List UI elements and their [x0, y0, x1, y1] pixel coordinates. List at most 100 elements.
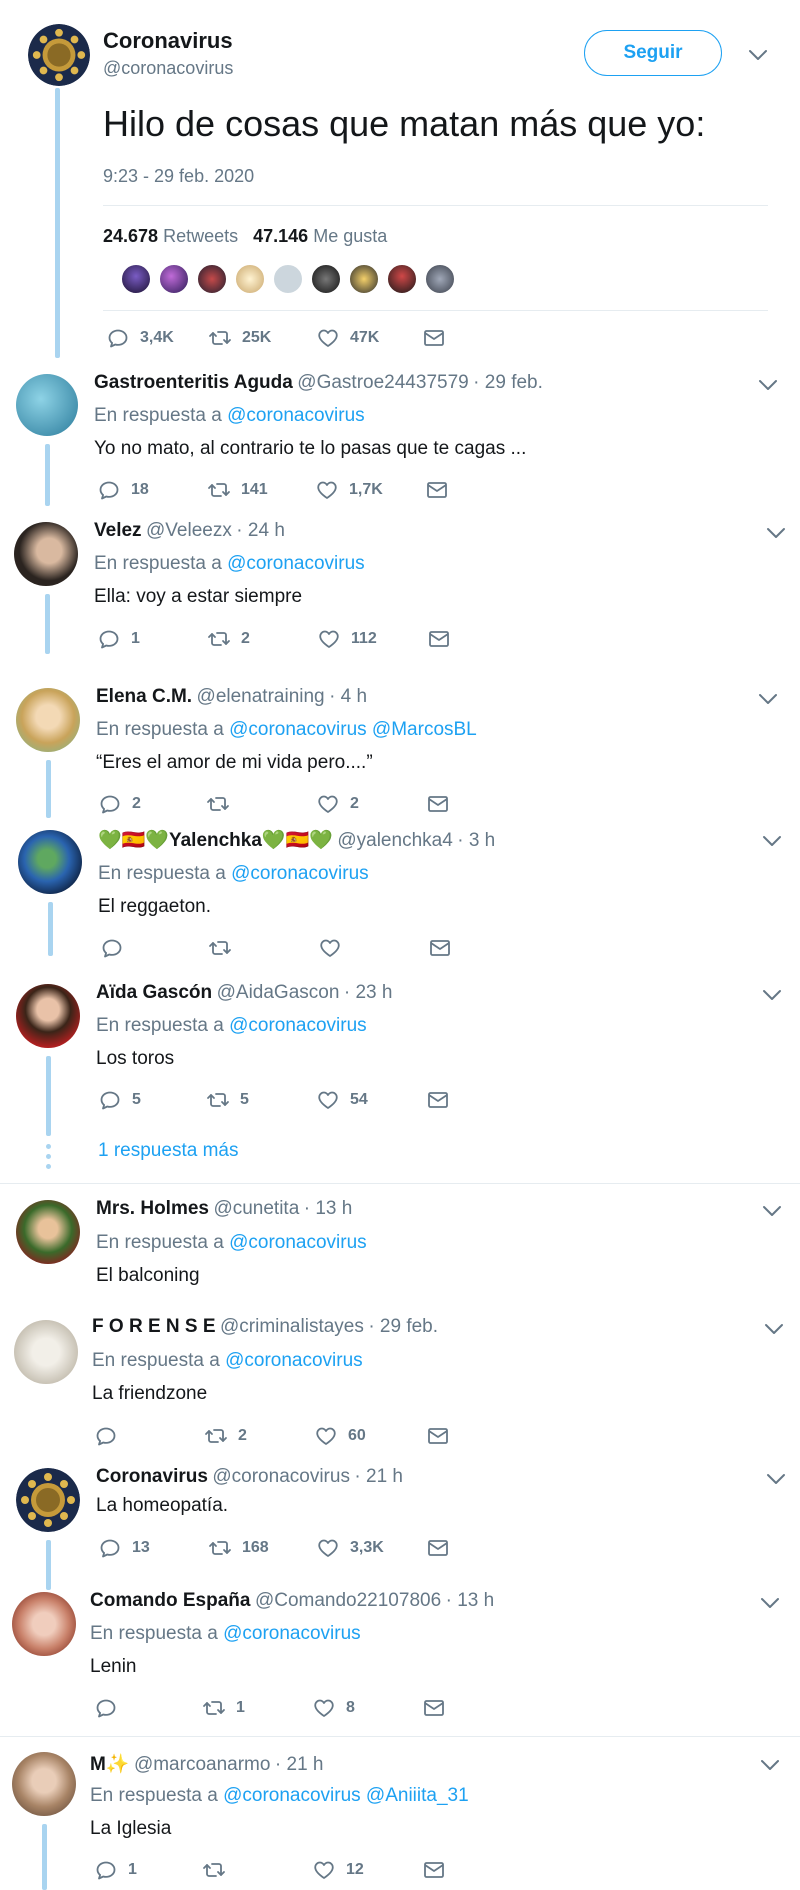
likes-count[interactable]: 47.146: [253, 226, 308, 246]
mention-link[interactable]: @coronacovirus @MarcosBL: [229, 719, 477, 740]
reply-button[interactable]: [100, 936, 134, 960]
chevron-down-icon[interactable]: [760, 1758, 780, 1772]
avatar[interactable]: [28, 24, 90, 86]
dm-button[interactable]: [426, 1088, 450, 1112]
dm-button[interactable]: [422, 1696, 446, 1720]
avatar[interactable]: [16, 688, 80, 752]
chevron-down-icon[interactable]: [764, 1322, 784, 1336]
mention-link[interactable]: @coronacovirus: [225, 1350, 363, 1371]
retweet-button[interactable]: 25K: [208, 326, 271, 350]
mention-link[interactable]: @coronacovirus @Aniiita_31: [223, 1785, 469, 1806]
mention-link[interactable]: @coronacovirus: [229, 1232, 367, 1253]
reply-button[interactable]: 1: [97, 627, 140, 651]
chevron-down-icon[interactable]: [758, 378, 778, 392]
chevron-down-icon[interactable]: [766, 526, 786, 540]
author-handle[interactable]: @coronacovirus: [103, 58, 233, 79]
liker-avatar[interactable]: [310, 263, 342, 295]
reply-button[interactable]: 1: [94, 1858, 137, 1882]
author-handle[interactable]: @Comando22107806: [255, 1590, 441, 1611]
liker-avatar[interactable]: [424, 263, 456, 295]
like-button[interactable]: 8: [312, 1696, 355, 1720]
chevron-down-icon[interactable]: [762, 1204, 782, 1218]
author-handle[interactable]: @cunetita: [213, 1198, 299, 1219]
author-name[interactable]: Elena C.M.: [96, 686, 192, 707]
retweet-button[interactable]: [206, 792, 240, 816]
reply-time[interactable]: · 29 feb.: [368, 1316, 438, 1337]
retweet-button[interactable]: 5: [206, 1088, 249, 1112]
avatar[interactable]: [12, 1752, 76, 1816]
avatar[interactable]: [16, 984, 80, 1048]
author-handle[interactable]: @criminalistayes: [220, 1316, 364, 1337]
retweet-button[interactable]: 2: [207, 627, 250, 651]
reply-time[interactable]: · 3 h: [457, 830, 495, 851]
dm-button[interactable]: [422, 1858, 446, 1882]
author-name[interactable]: Velez: [94, 520, 142, 541]
chevron-down-icon[interactable]: [762, 988, 782, 1002]
mention-link[interactable]: @coronacovirus: [227, 553, 365, 574]
reply-button[interactable]: 18: [97, 478, 149, 502]
reply-time[interactable]: · 24 h: [236, 520, 285, 541]
dm-button[interactable]: [426, 1424, 450, 1448]
like-button[interactable]: [318, 936, 352, 960]
retweet-button[interactable]: 168: [208, 1536, 269, 1560]
chevron-down-icon[interactable]: [766, 1472, 786, 1486]
dm-button[interactable]: [425, 478, 449, 502]
follow-button[interactable]: Seguir: [584, 30, 722, 76]
avatar[interactable]: [16, 1468, 80, 1532]
liker-avatar[interactable]: [348, 263, 380, 295]
liker-avatar[interactable]: [386, 263, 418, 295]
chevron-down-icon[interactable]: [762, 834, 782, 848]
reply-button[interactable]: [94, 1696, 128, 1720]
liker-avatar[interactable]: [234, 263, 266, 295]
like-button[interactable]: 2: [316, 792, 359, 816]
like-button[interactable]: 3,3K: [316, 1536, 384, 1560]
author-handle[interactable]: @yalenchka4: [337, 830, 452, 851]
mention-link[interactable]: @coronacovirus: [227, 405, 365, 426]
avatar[interactable]: [16, 374, 78, 436]
liker-avatar[interactable]: [120, 263, 152, 295]
liker-avatar[interactable]: [196, 263, 228, 295]
avatar[interactable]: [16, 1200, 80, 1264]
author-name[interactable]: Coronavirus: [96, 1466, 208, 1487]
show-more-replies-link[interactable]: 1 respuesta más: [98, 1140, 238, 1162]
mention-link[interactable]: @coronacovirus: [223, 1623, 361, 1644]
reply-time[interactable]: · 4 h: [329, 686, 367, 707]
dm-button[interactable]: [427, 627, 451, 651]
author-name[interactable]: 💚🇪🇸💚Yalenchka💚🇪🇸💚: [98, 830, 333, 851]
retweets-label[interactable]: Retweets: [163, 226, 238, 246]
retweet-button[interactable]: [208, 936, 242, 960]
reply-time[interactable]: · 23 h: [344, 982, 393, 1003]
mention-link[interactable]: @coronacovirus: [229, 1015, 367, 1036]
retweet-button[interactable]: [202, 1858, 236, 1882]
avatar[interactable]: [14, 1320, 78, 1384]
reply-time[interactable]: · 21 h: [354, 1466, 403, 1487]
reply-button[interactable]: [94, 1424, 128, 1448]
like-button[interactable]: 47K: [316, 326, 379, 350]
author-handle[interactable]: @marcoanarmo: [134, 1754, 271, 1775]
chevron-down-icon[interactable]: [760, 1596, 780, 1610]
avatar[interactable]: [12, 1592, 76, 1656]
liker-avatar[interactable]: [158, 263, 190, 295]
reply-time[interactable]: · 13 h: [446, 1590, 495, 1611]
avatar[interactable]: [18, 830, 82, 894]
avatar[interactable]: [14, 522, 78, 586]
dm-button[interactable]: [426, 792, 450, 816]
reply-time[interactable]: · 29 feb.: [473, 372, 543, 393]
author-name[interactable]: Mrs. Holmes: [96, 1198, 209, 1219]
likes-label[interactable]: Me gusta: [313, 226, 387, 246]
reply-button[interactable]: 13: [98, 1536, 150, 1560]
like-button[interactable]: 112: [317, 627, 377, 651]
like-button[interactable]: 54: [316, 1088, 368, 1112]
reply-button[interactable]: 2: [98, 792, 141, 816]
author-handle[interactable]: @coronacovirus: [212, 1466, 350, 1487]
reply-time[interactable]: · 13 h: [304, 1198, 353, 1219]
like-button[interactable]: 60: [314, 1424, 366, 1448]
author-name[interactable]: F O R E N S E: [92, 1316, 216, 1337]
like-button[interactable]: 1,7K: [315, 478, 383, 502]
author-name[interactable]: Coronavirus: [103, 28, 233, 54]
reply-button[interactable]: 5: [98, 1088, 141, 1112]
author-name[interactable]: Gastroenteritis Aguda: [94, 372, 293, 393]
dm-button[interactable]: [426, 1536, 450, 1560]
chevron-down-icon[interactable]: [758, 692, 778, 706]
author-handle[interactable]: @Veleezx: [146, 520, 232, 541]
